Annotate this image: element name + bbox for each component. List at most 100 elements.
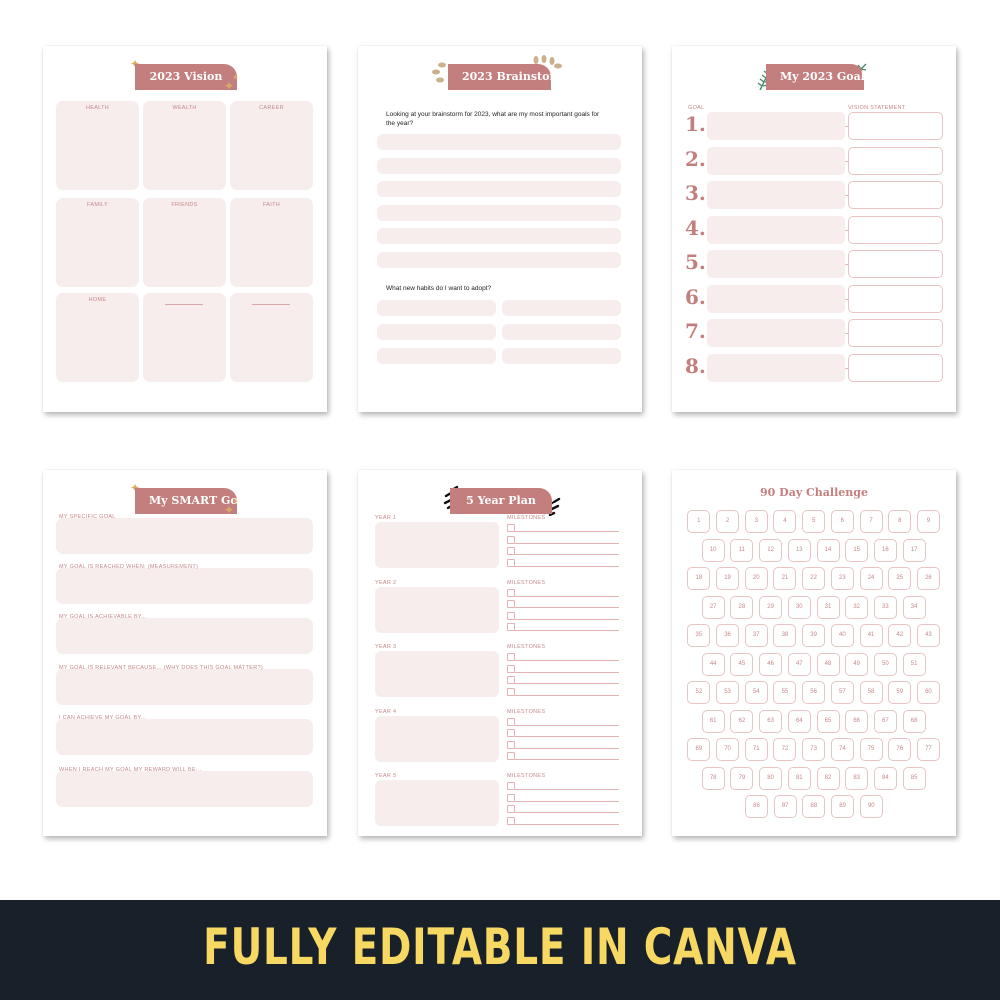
vision-cell[interactable]: WEALTH [143,101,226,190]
milestone-line[interactable] [515,823,619,825]
day-box[interactable]: 61 [701,709,725,733]
milestone-checkbox[interactable] [507,782,515,790]
day-box[interactable]: 74 [830,738,854,761]
day-box[interactable]: 88 [802,795,826,818]
vision-cell[interactable]: HOME [56,293,139,382]
vision-statement-box[interactable] [848,181,943,209]
milestone-checkbox[interactable] [507,729,515,737]
vision-statement-box[interactable] [848,112,943,140]
day-box[interactable]: 73 [802,738,826,761]
day-box[interactable]: 50 [873,652,897,676]
milestone-checkbox[interactable] [507,676,515,684]
blank-label-line[interactable] [165,304,203,305]
day-box[interactable]: 69 [687,738,711,761]
day-box[interactable]: 75 [859,738,883,761]
milestone-line[interactable] [515,736,619,737]
goal-writing-line[interactable] [377,157,621,174]
vision-cell[interactable] [230,293,313,382]
milestone-line[interactable] [515,554,619,555]
goal-input-box[interactable] [707,215,845,244]
milestone-checkbox[interactable] [507,535,515,544]
day-box[interactable]: 1 [687,510,711,533]
milestone-line[interactable] [515,683,619,684]
vision-cell[interactable] [143,293,226,382]
day-box[interactable]: 10 [701,538,725,562]
day-box[interactable]: 80 [759,766,783,790]
milestone-checkbox[interactable] [507,687,515,696]
day-box[interactable]: 8 [888,510,912,533]
day-box[interactable]: 54 [744,681,768,704]
day-box[interactable]: 39 [802,624,826,647]
goal-input-box[interactable] [707,284,845,313]
day-box[interactable]: 13 [787,538,811,562]
day-box[interactable]: 17 [902,538,926,562]
day-box[interactable]: 62 [730,709,754,733]
milestone-line[interactable] [515,724,619,726]
milestone-checkbox[interactable] [507,793,515,802]
milestone-line[interactable] [515,660,619,661]
vision-statement-box[interactable] [848,319,943,347]
milestone-line[interactable] [515,694,619,696]
milestone-checkbox[interactable] [507,558,515,567]
day-box[interactable]: 52 [687,681,711,704]
goal-input-box[interactable] [707,250,845,278]
milestone-line[interactable] [515,565,619,567]
smart-answer-box[interactable] [56,669,313,705]
day-box[interactable]: 24 [859,567,883,590]
vision-statement-box[interactable] [848,284,943,313]
day-box[interactable]: 32 [845,595,869,619]
day-box[interactable]: 28 [730,595,754,619]
day-box[interactable]: 49 [845,652,869,676]
day-box[interactable]: 4 [773,510,797,533]
day-box[interactable]: 40 [830,624,854,647]
day-box[interactable]: 14 [816,538,840,562]
day-box[interactable]: 29 [759,595,783,619]
milestone-line[interactable] [515,789,619,790]
day-box[interactable]: 76 [888,738,912,761]
day-box[interactable]: 70 [716,738,740,761]
day-box[interactable]: 27 [701,595,725,619]
day-box[interactable]: 43 [916,624,940,647]
day-box[interactable]: 30 [787,595,811,619]
milestone-line[interactable] [515,630,619,631]
year-notes-box[interactable] [375,522,499,568]
day-box[interactable]: 68 [902,709,926,733]
habit-writing-line[interactable] [502,348,621,364]
day-box[interactable]: 45 [730,652,754,676]
day-box[interactable]: 26 [916,567,940,590]
day-box[interactable]: 65 [816,709,840,733]
milestone-checkbox[interactable] [507,623,515,631]
day-box[interactable]: 87 [773,795,797,818]
day-box[interactable]: 6 [830,510,854,533]
milestone-line[interactable] [515,531,619,532]
day-box[interactable]: 9 [916,510,940,533]
day-box[interactable]: 21 [773,567,797,590]
day-box[interactable]: 42 [888,624,912,647]
day-box[interactable]: 41 [859,624,883,647]
milestone-checkbox[interactable] [507,717,515,726]
milestone-checkbox[interactable] [507,653,515,661]
milestone-checkbox[interactable] [507,588,515,597]
day-box[interactable]: 19 [716,567,740,590]
vision-cell[interactable]: CAREER [230,101,313,190]
year-notes-box[interactable] [375,715,499,762]
day-box[interactable]: 71 [744,738,768,761]
smart-answer-box[interactable] [56,568,313,604]
milestone-line[interactable] [515,607,619,608]
day-box[interactable]: 59 [888,681,912,704]
habit-writing-line[interactable] [377,300,496,316]
milestone-line[interactable] [515,759,619,760]
milestone-checkbox[interactable] [507,524,515,532]
day-box[interactable]: 51 [902,652,926,676]
day-box[interactable]: 23 [830,567,854,590]
day-box[interactable]: 35 [687,624,711,647]
day-box[interactable]: 38 [773,624,797,647]
milestone-line[interactable] [515,618,619,620]
day-box[interactable]: 53 [716,681,740,704]
milestone-line[interactable] [515,595,619,597]
day-box[interactable]: 66 [845,709,869,733]
milestone-checkbox[interactable] [507,664,515,673]
goal-writing-line[interactable] [377,228,621,244]
smart-answer-box[interactable] [56,719,313,755]
milestone-line[interactable] [515,812,619,813]
